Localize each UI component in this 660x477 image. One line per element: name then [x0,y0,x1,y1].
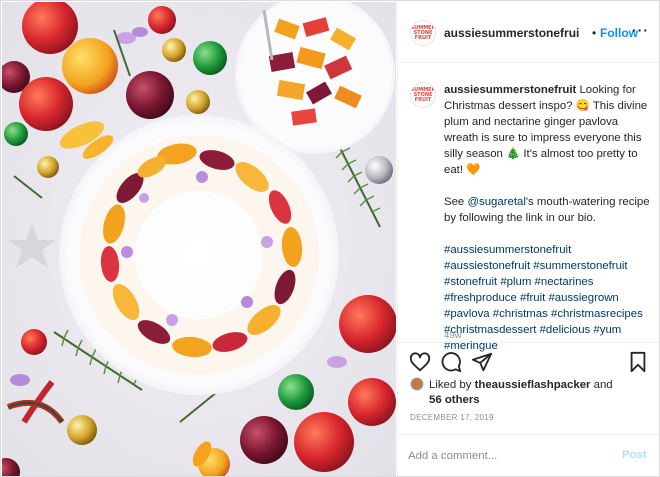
caption-body: Looking for Christmas dessert inspo? 😋 T… [444,84,648,176]
post-actions: Liked by theaussieflashpacker and 56 oth… [398,342,660,442]
share-icon[interactable] [471,351,493,373]
caption-text: aussiesummerstonefruit Looking for Chris… [444,82,650,370]
liked-by-prefix: Liked by [429,379,475,391]
instagram-post: SUMMER STONE FRUIT aussiesummerstonefrui… [0,0,660,477]
post-header: SUMMER STONE FRUIT aussiesummerstonefrui… [398,2,660,63]
mention-link[interactable]: @sugaretal [467,196,525,208]
post-date[interactable]: DECEMBER 17, 2019 [410,413,494,422]
author-avatar[interactable]: SUMMER STONE FRUIT [410,20,436,46]
post-caption: SUMMER STONE FRUIT aussiesummerstonefrui… [398,64,660,352]
liked-by-and: and [590,379,613,391]
more-options-icon[interactable]: ··· [632,22,649,38]
pavlova-wreath-photo [2,2,396,476]
post-comment-button[interactable]: Post [622,449,647,461]
comment-bar: Post [398,434,660,476]
post-photo[interactable] [2,2,396,476]
caption-see-prefix: See [444,196,468,208]
bookmark-icon[interactable] [627,351,649,373]
post-sidebar: SUMMER STONE FRUIT aussiesummerstonefrui… [397,2,660,476]
post-age[interactable]: 49w [444,330,461,341]
heart-icon[interactable] [409,351,431,373]
author-username[interactable]: aussiesummerstonefrui [444,26,579,40]
liker-avatar[interactable] [410,377,424,391]
separator-dot: • [592,26,597,40]
brand-logo-icon: SUMMER STONE FRUIT [410,24,436,41]
likes-count-button[interactable]: 56 others [429,393,649,408]
brand-logo-icon: SUMMER STONE FRUIT [410,86,436,103]
comment-icon[interactable] [440,351,462,373]
liker-username[interactable]: theaussieflashpacker [475,379,591,391]
hashtag-links[interactable]: #aussiesummerstonefruit #aussiestonefrui… [444,242,650,354]
likes-summary: Liked by theaussieflashpacker and 56 oth… [429,378,649,408]
comment-input[interactable] [408,447,608,465]
caption-avatar[interactable]: SUMMER STONE FRUIT [410,82,436,108]
caption-username[interactable]: aussiesummerstonefruit [444,84,576,96]
